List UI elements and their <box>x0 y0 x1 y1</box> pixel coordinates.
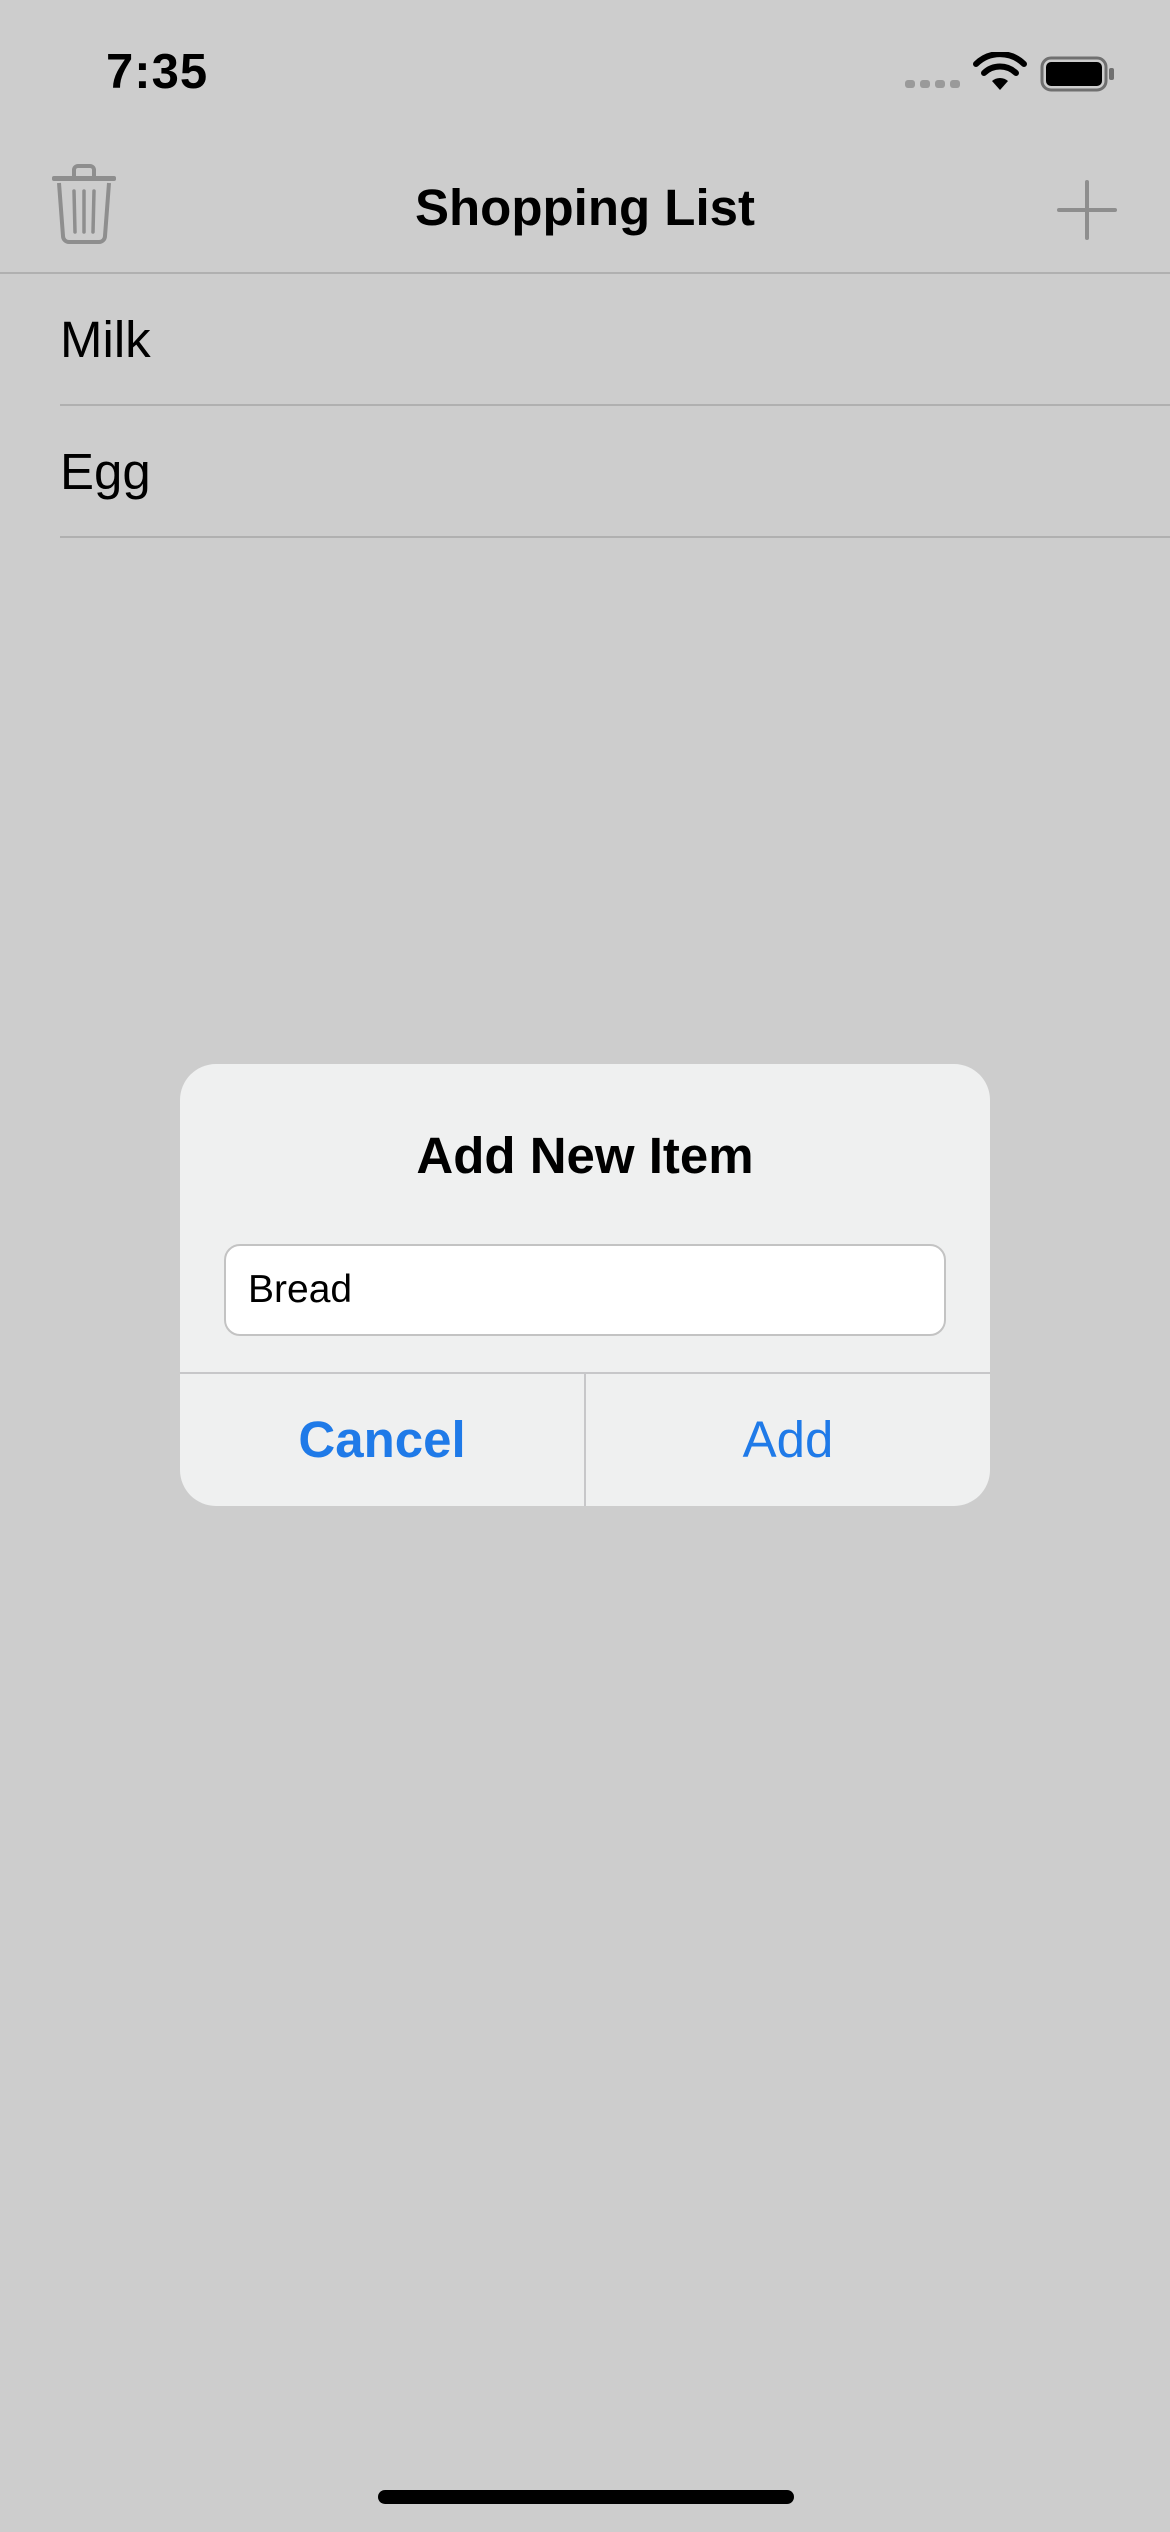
list-item[interactable]: Milk <box>60 274 1170 406</box>
battery-icon <box>1040 56 1114 92</box>
plus-icon[interactable] <box>1055 178 1119 242</box>
page-title: Shopping List <box>415 179 755 236</box>
shopping-list: Milk Egg <box>0 274 1170 538</box>
cellular-signal-icon <box>905 80 960 88</box>
alert-title: Add New Item <box>416 1127 754 1184</box>
list-item-label: Egg <box>60 443 151 500</box>
status-time: 7:35 <box>106 45 209 99</box>
add-item-alert: Add New Item Cancel Add <box>180 1064 990 1506</box>
status-bar: 7:35 <box>0 0 1170 140</box>
add-button[interactable]: Add <box>586 1374 990 1506</box>
navigation-bar: Shopping List <box>0 140 1170 274</box>
list-item-label: Milk <box>60 311 151 368</box>
list-item[interactable]: Egg <box>60 406 1170 538</box>
cancel-button[interactable]: Cancel <box>180 1374 584 1506</box>
new-item-input[interactable] <box>224 1244 946 1336</box>
home-indicator[interactable] <box>378 2490 794 2504</box>
wifi-icon <box>973 52 1027 90</box>
